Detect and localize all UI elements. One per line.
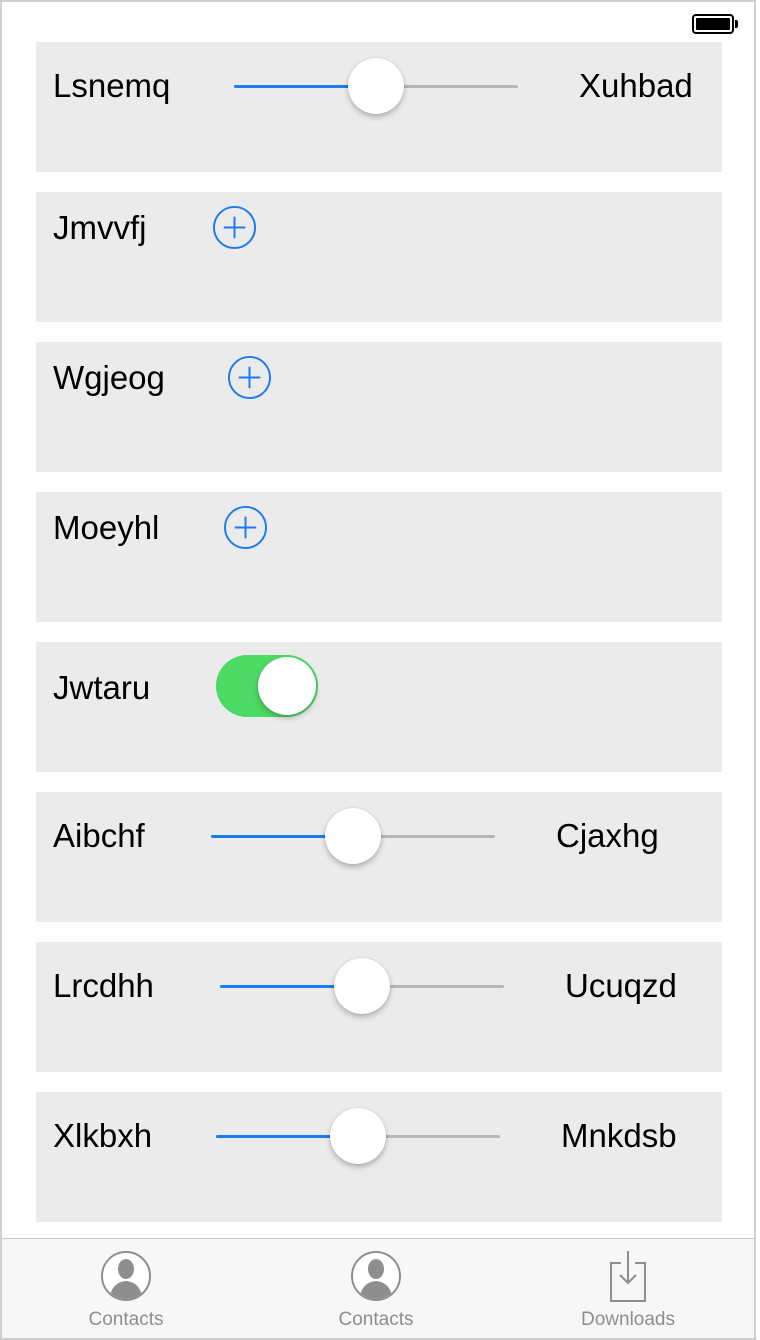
toggle-switch[interactable] [216, 655, 318, 717]
row-label: Wgjeog [53, 359, 165, 396]
settings-row-toggle: Jwtaru [36, 642, 722, 772]
slider-track[interactable] [220, 958, 504, 1014]
settings-row-add: Jmvvfj [36, 192, 722, 322]
row-label: Jwtaru [53, 669, 151, 706]
settings-row-slider: Xlkbxh Mnkdsb [36, 1092, 722, 1222]
slider-thumb[interactable] [334, 958, 390, 1014]
row-label: Xlkbxh [53, 1117, 153, 1154]
slider-track[interactable] [234, 58, 518, 114]
row-label: Jmvvfj [53, 209, 147, 246]
toggle-knob [258, 657, 316, 715]
row-label: Lsnemq [53, 67, 171, 104]
slider-thumb[interactable] [330, 1108, 386, 1164]
slider-track[interactable] [216, 1108, 500, 1164]
settings-row-slider: Lrcdhh Ucuqzd [36, 942, 722, 1072]
tab-label: Contacts [338, 1309, 414, 1330]
settings-row-slider: Aibchf Cjaxhg [36, 792, 722, 922]
settings-row-add: Wgjeog [36, 342, 722, 472]
slider-track[interactable] [211, 808, 495, 864]
battery-full-icon [692, 14, 738, 34]
app-screen: Lsnemq Xuhbad Jmvvfj Wgjeog Moeyhl Jwtar… [0, 0, 756, 1340]
settings-row-slider: Lsnemq Xuhbad [36, 42, 722, 172]
tab-contacts[interactable]: Contacts [46, 1239, 206, 1338]
plus-circle-icon[interactable] [212, 205, 257, 250]
contact-icon [101, 1251, 151, 1301]
plus-circle-icon[interactable] [227, 355, 272, 400]
slider-value-label: Ucuqzd [565, 967, 677, 1004]
download-icon [610, 1251, 646, 1302]
row-label: Aibchf [53, 817, 145, 854]
slider-value-label: Xuhbad [579, 67, 693, 104]
slider-thumb[interactable] [348, 58, 404, 114]
tab-contacts[interactable]: Contacts [296, 1239, 456, 1338]
plus-circle-icon[interactable] [223, 505, 268, 550]
tab-bar: Contacts Contacts Downloads [2, 1238, 754, 1338]
row-label: Lrcdhh [53, 967, 154, 1004]
slider-thumb[interactable] [325, 808, 381, 864]
row-label: Moeyhl [53, 509, 160, 546]
slider-value-label: Cjaxhg [556, 817, 659, 854]
contact-icon [351, 1251, 401, 1301]
tab-downloads[interactable]: Downloads [548, 1239, 708, 1338]
slider-value-label: Mnkdsb [561, 1117, 677, 1154]
tab-label: Contacts [88, 1309, 164, 1330]
settings-row-add: Moeyhl [36, 492, 722, 622]
tab-label: Downloads [581, 1309, 675, 1330]
